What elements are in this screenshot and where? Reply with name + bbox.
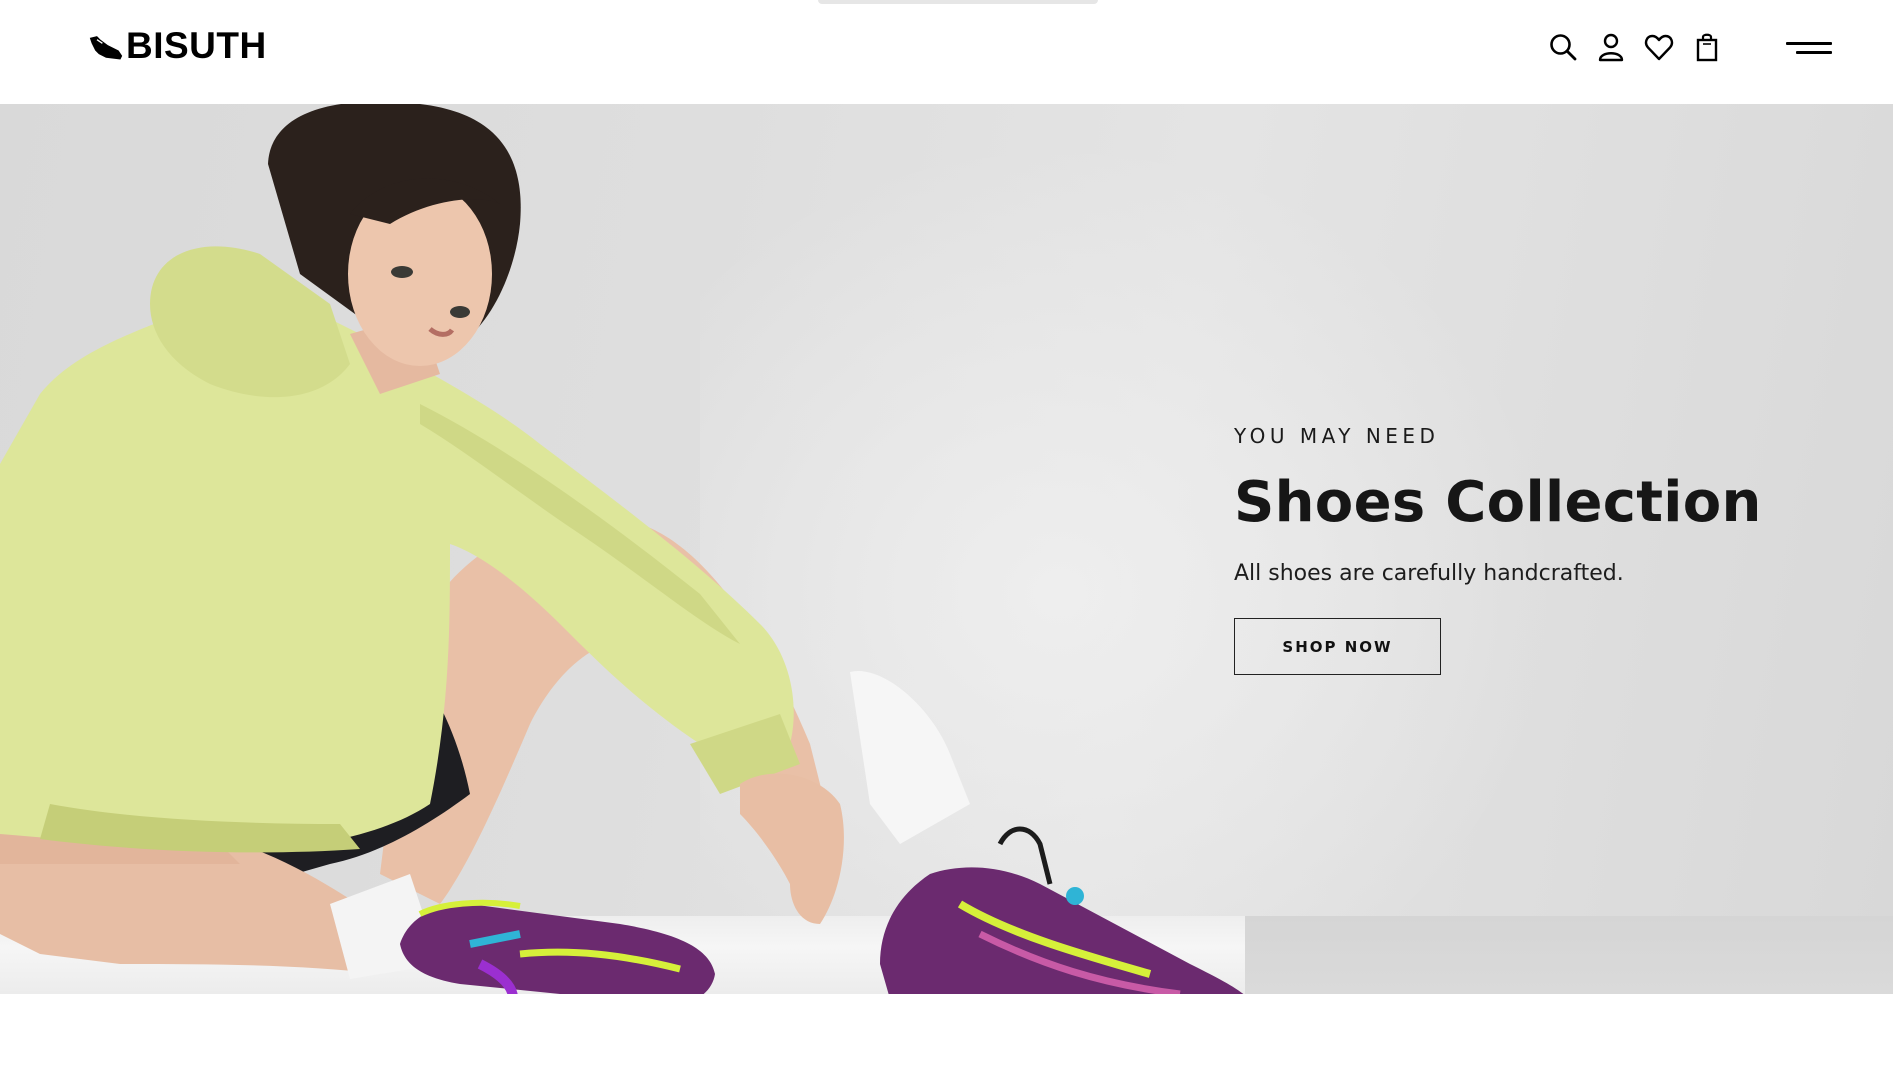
hero-banner: YOU MAY NEED Shoes Collection All shoes … xyxy=(0,104,1893,994)
site-header: BISUTH xyxy=(0,0,1893,104)
search-icon[interactable] xyxy=(1548,30,1578,64)
menu-line-bottom xyxy=(1796,51,1832,54)
hero-eyebrow: YOU MAY NEED xyxy=(1234,424,1440,448)
hero-floor xyxy=(1245,916,1893,994)
brand-name: BISUTH xyxy=(126,25,267,66)
hero-title: Shoes Collection xyxy=(1234,470,1762,535)
sneaker-left xyxy=(400,899,715,994)
shop-now-button[interactable]: SHOP NOW xyxy=(1234,618,1441,675)
header-actions xyxy=(1548,28,1722,66)
hamburger-menu-icon[interactable] xyxy=(1784,36,1832,64)
shoe-logo-icon xyxy=(89,36,123,60)
hero-copy: YOU MAY NEED Shoes Collection All shoes … xyxy=(1234,424,1794,675)
brand-logo[interactable]: BISUTH xyxy=(88,22,267,70)
menu-line-top xyxy=(1786,42,1832,45)
shopping-bag-icon[interactable] xyxy=(1692,30,1722,64)
account-icon[interactable] xyxy=(1596,30,1626,64)
top-scroll-indicator xyxy=(818,0,1098,4)
hero-subtitle: All shoes are carefully handcrafted. xyxy=(1234,561,1624,586)
wishlist-heart-icon[interactable] xyxy=(1644,30,1674,64)
sneaker-right xyxy=(880,826,1244,994)
hero-model-image xyxy=(0,104,1244,994)
